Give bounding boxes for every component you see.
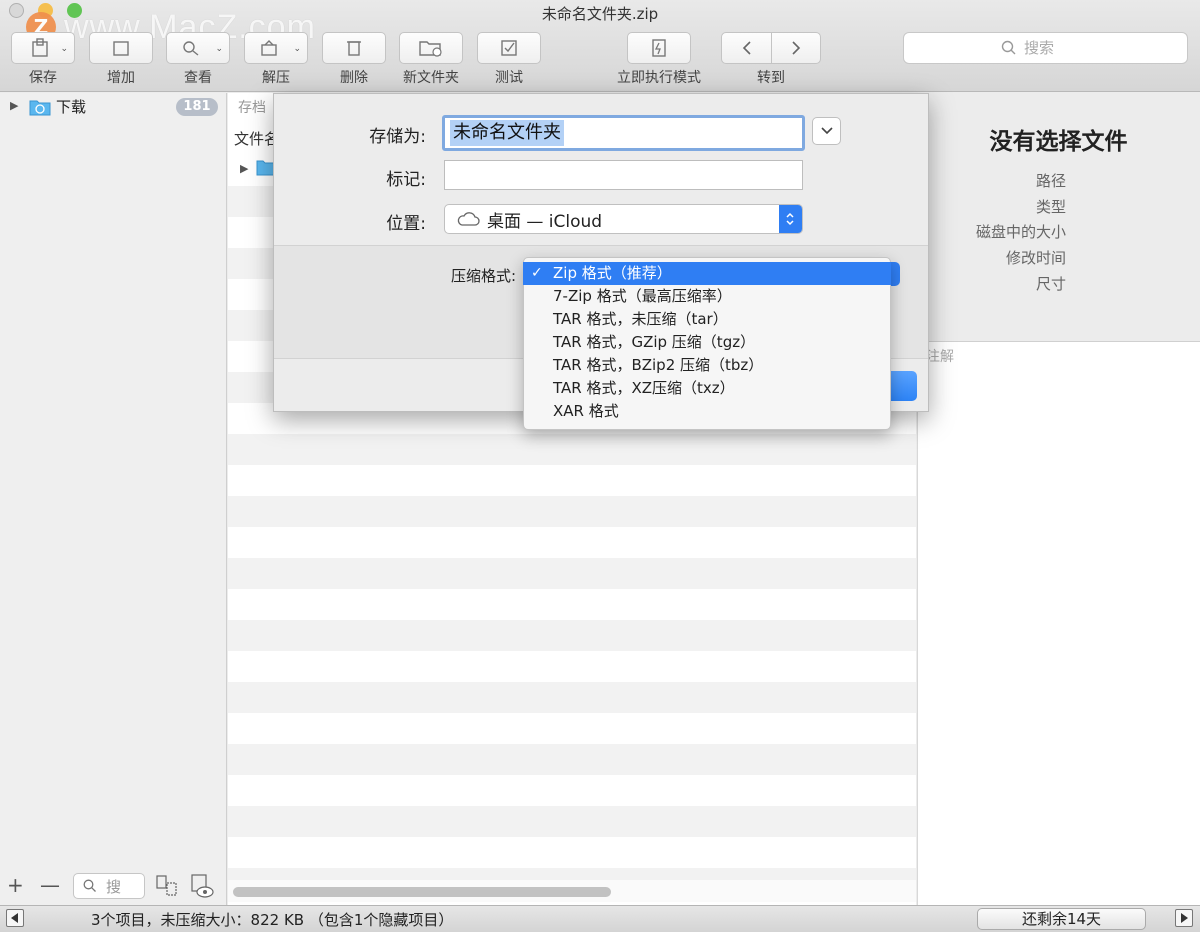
expand-dialog-button[interactable] [812,117,841,145]
chevron-down-icon: ⌄ [60,44,68,54]
format-option-tbz[interactable]: TAR 格式，BZip2 压缩（tbz） [523,354,891,377]
add-label: 增加 [107,70,135,86]
sidebar-filter-placeholder: 搜 [106,878,122,896]
menu-item-label: TAR 格式，GZip 压缩（tgz） [553,333,756,351]
triangle-right-icon [1181,913,1188,923]
search-icon [1001,40,1016,55]
location-stepper[interactable] [779,205,802,233]
trial-days-button[interactable]: 还剩余14天 [977,908,1146,930]
add-button[interactable] [89,32,153,64]
delete-button[interactable] [322,32,386,64]
inspector-title: 没有选择文件 [989,129,1128,155]
search-placeholder: 搜索 [1024,39,1055,57]
new-folder-icon [419,41,442,57]
checkmark-icon: ✓ [531,265,543,281]
test-button[interactable] [477,32,541,64]
chevron-left-icon [742,41,751,55]
test-icon [501,40,517,56]
go-back-button[interactable] [722,33,772,63]
extract-label: 解压 [262,70,290,86]
new-folder-button[interactable] [399,32,463,64]
instant-mode-icon [652,39,666,57]
tags-field[interactable] [444,160,803,190]
window-title: 未命名文件夹.zip [541,5,659,23]
delete-label: 删除 [340,70,368,86]
menu-item-label: 7-Zip 格式（最高压缩率） [553,287,732,305]
sidebar-item-label: 下载 [56,98,87,116]
save-confirm-button[interactable] [887,371,917,401]
format-option-7zip[interactable]: 7-Zip 格式（最高压缩率） [523,285,891,308]
instant-mode-button[interactable] [627,32,691,64]
view-button[interactable]: ⌄ [166,32,230,64]
save-label: 保存 [29,70,57,86]
table-row[interactable] [228,806,916,837]
compare-icon[interactable] [155,874,179,898]
chevron-right-icon [792,41,801,55]
location-value: 桌面 — iCloud [487,212,603,232]
extract-button[interactable]: ⌄ [244,32,308,64]
downloads-folder-icon [29,100,51,116]
table-row[interactable] [228,558,916,589]
go-navigation [721,32,821,64]
save-as-label: 存储为: [369,127,426,147]
menu-item-label: TAR 格式，BZip2 压缩（tbz） [553,356,764,374]
go-forward-button[interactable] [772,33,820,63]
remove-source-button[interactable]: — [40,873,60,897]
compression-format-label: 压缩格式: [451,267,517,285]
delete-icon [347,41,361,56]
icloud-icon [457,212,480,226]
new-folder-label: 新文件夹 [403,70,459,86]
location-label: 位置: [386,214,426,234]
collapse-right-button[interactable] [1175,909,1193,927]
format-option-xar[interactable]: XAR 格式 [523,400,891,423]
tags-label: 标记: [386,170,426,190]
chevron-down-icon [821,127,833,135]
add-source-button[interactable]: + [7,873,24,897]
menu-item-label: Zip 格式（推荐） [553,264,672,282]
sidebar-item-downloads[interactable]: ▶ 下载 181 [0,93,227,119]
table-row[interactable] [228,620,916,651]
format-option-zip[interactable]: ✓ Zip 格式（推荐） [523,262,891,285]
chevron-down-icon: ⌄ [293,44,301,54]
triangle-left-icon [11,913,18,923]
go-label: 转到 [757,70,785,86]
archive-breadcrumb: 存档 [238,100,266,116]
save-button[interactable]: ⌄ [11,32,75,64]
extract-icon [261,40,277,56]
disclosure-triangle-icon[interactable]: ▶ [240,162,248,175]
format-option-txz[interactable]: TAR 格式，XZ压缩（txz） [523,377,891,400]
test-label: 测试 [495,70,523,86]
disclosure-triangle-icon[interactable]: ▶ [10,99,18,112]
scrollbar-thumb[interactable] [233,887,611,897]
format-option-tgz[interactable]: TAR 格式，GZip 压缩（tgz） [523,331,891,354]
count-badge: 181 [176,98,218,116]
save-as-value: 未命名文件夹 [450,120,564,146]
inspector-note-label: 注解 [926,349,954,365]
menu-item-label: TAR 格式，未压缩（tar） [553,310,728,328]
table-row[interactable] [228,434,916,465]
sidebar: ▶ 下载 181 [0,93,227,905]
table-row[interactable] [228,496,916,527]
menu-item-label: XAR 格式 [553,402,619,420]
save-icon [32,38,48,57]
updown-chevron-icon [786,212,794,226]
instant-mode-label: 立即执行模式 [617,70,701,86]
menu-item-label: TAR 格式，XZ压缩（txz） [553,379,735,397]
add-icon [113,41,129,56]
view-label: 查看 [184,70,212,86]
view-icon [183,41,199,56]
chevron-down-icon: ⌄ [215,44,223,54]
format-option-tar[interactable]: TAR 格式，未压缩（tar） [523,308,891,331]
status-summary: 3个项目，未压缩大小：822 KB （包含1个隐藏项目） [91,911,454,929]
preview-eye-icon[interactable] [189,873,215,899]
table-row[interactable] [228,682,916,713]
search-icon [83,879,96,892]
table-row[interactable] [228,744,916,775]
collapse-left-button[interactable] [6,909,24,927]
